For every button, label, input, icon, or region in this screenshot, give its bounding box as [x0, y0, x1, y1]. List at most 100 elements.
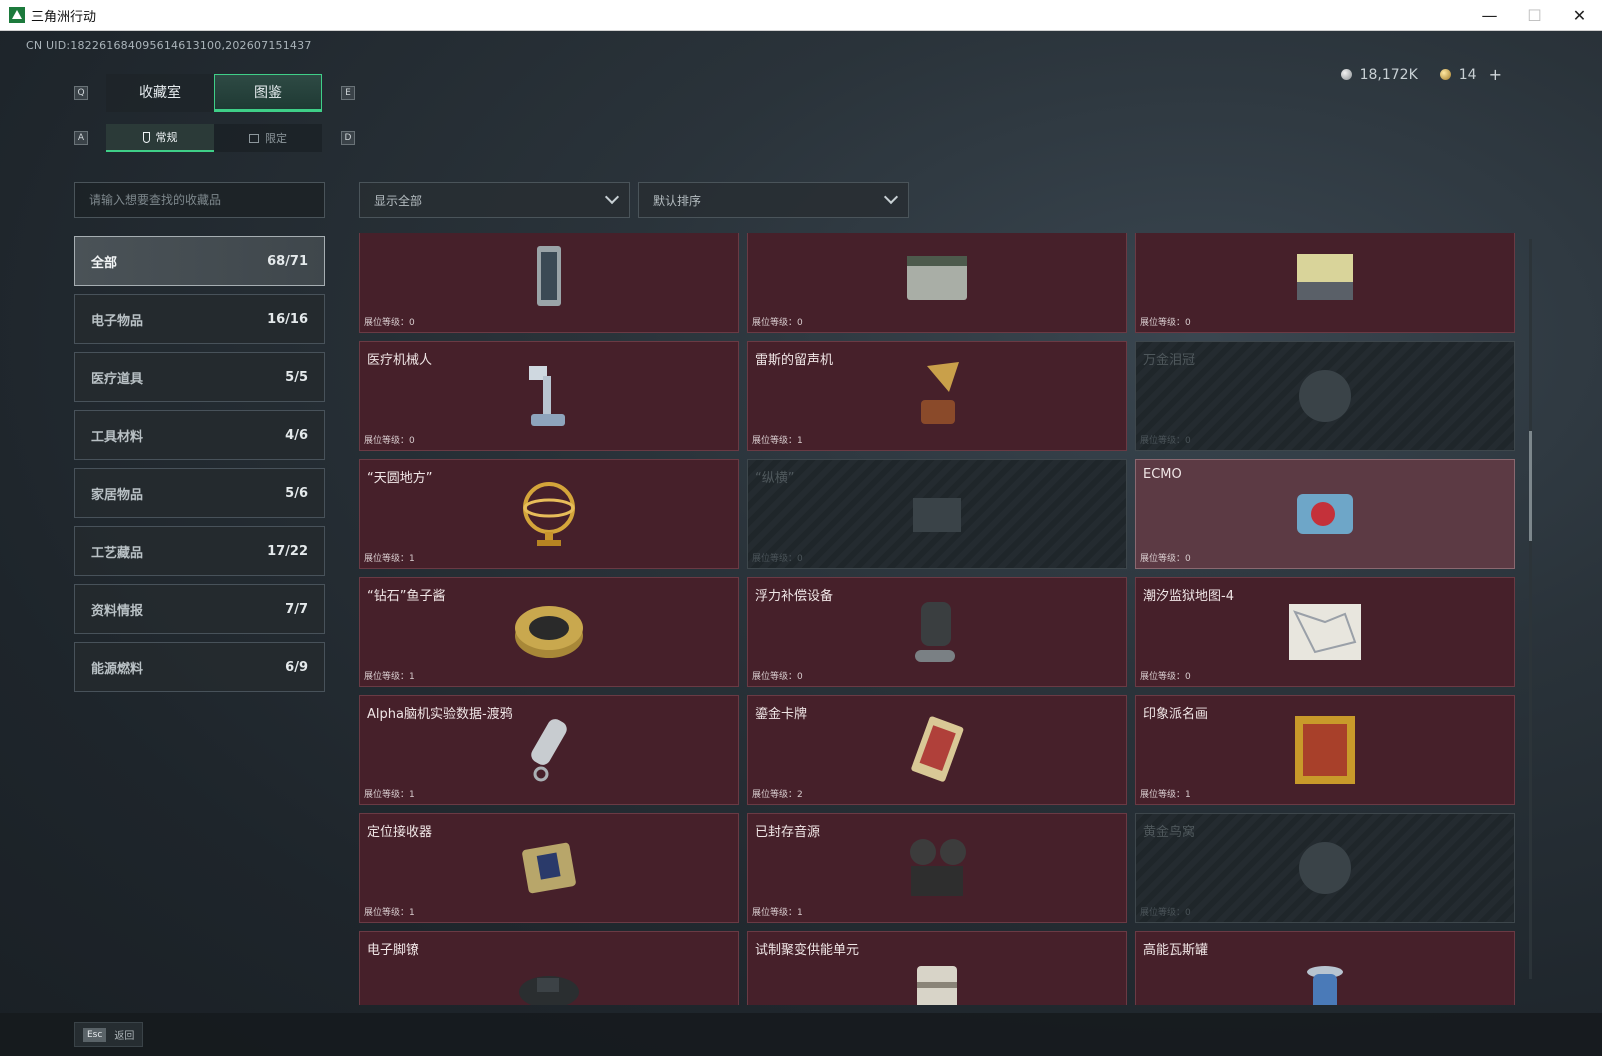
collection-card-level: 展位等级：0: [752, 318, 803, 328]
category-count: 16/16: [267, 311, 308, 327]
category-label: 工艺藏品: [91, 545, 144, 561]
gramophone-icon: [897, 356, 977, 436]
collection-card-level: 展位等级：0: [1140, 318, 1191, 328]
window-titlebar: 三角洲行动 — ☐ ✕: [0, 0, 1602, 31]
collection-card[interactable]: 潮汐监狱地图-4 展位等级：0: [1135, 577, 1515, 687]
collection-card-name: 电子脚镣: [367, 943, 420, 958]
collection-card[interactable]: 浮力补偿设备 展位等级：0: [747, 577, 1127, 687]
category-label: 资料情报: [91, 603, 144, 619]
collection-card[interactable]: 印象派名画 展位等级：1: [1135, 695, 1515, 805]
flask-icon: [142, 131, 150, 143]
silver-amount: 18,172K: [1359, 66, 1418, 83]
key-hint-q: Q: [74, 86, 88, 100]
tab-collection-room[interactable]: 收藏室: [106, 74, 214, 112]
collection-card[interactable]: 已封存音源展位等级：1: [747, 813, 1127, 923]
display-filter-dropdown[interactable]: 显示全部: [359, 182, 630, 218]
category-item[interactable]: 工具材料 4/6: [74, 410, 325, 460]
chevron-down-icon: [604, 189, 620, 205]
player-uid: CN UID:18226168409561461310​0,2026071514…: [26, 39, 312, 52]
display-filter-value: 显示全部: [374, 193, 423, 208]
category-count: 17/22: [267, 543, 308, 559]
chevron-down-icon: [883, 189, 899, 205]
add-currency-button[interactable]: +: [1489, 65, 1502, 84]
collection-card[interactable]: 黄金鸟窝 展位等级：0: [1135, 813, 1515, 923]
category-label: 家居物品: [91, 487, 144, 503]
collection-card[interactable]: 展位等级：0: [359, 233, 739, 333]
esc-key-hint: Esc: [83, 1027, 107, 1042]
map-icon: [1285, 592, 1365, 672]
sort-dropdown[interactable]: 默认排序: [638, 182, 909, 218]
collection-card[interactable]: “钻石”鱼子酱 展位等级：1: [359, 577, 739, 687]
collection-card-name: 鎏金卡牌: [755, 707, 808, 722]
collection-card[interactable]: 万金泪冠 展位等级：0: [1135, 341, 1515, 451]
window-controls: — ☐ ✕: [1467, 0, 1602, 31]
collection-card-name: 潮汐监狱地图-4: [1143, 589, 1234, 604]
collection-card-name: 雷斯的留声机: [755, 353, 834, 368]
back-button[interactable]: Esc 返回: [74, 1022, 144, 1047]
collection-card[interactable]: 医疗机械人 展位等级：0: [359, 341, 739, 451]
category-label: 全部: [91, 255, 118, 271]
collection-card-name: 已封存音源: [755, 825, 821, 840]
medical-robot-icon: [509, 356, 589, 436]
game-viewport: CN UID:18226168409561461310​0,2026071514…: [0, 31, 1602, 1056]
sub-tabs: 常规 限定: [106, 124, 322, 152]
collection-card-level: 展位等级：0: [364, 318, 415, 328]
collection-card-name: 高能瓦斯罐: [1143, 943, 1209, 958]
collection-card-name: 印象派名画: [1143, 707, 1209, 722]
fusion-unit-icon: [897, 946, 977, 1005]
search-input[interactable]: [74, 182, 325, 218]
collection-card-level: 展位等级：0: [1140, 672, 1191, 682]
category-item[interactable]: 工艺藏品 17/22: [74, 526, 325, 576]
collection-card[interactable]: 电子脚镣: [359, 931, 739, 1005]
category-count: 7/7: [285, 601, 308, 617]
data-canister-icon: [509, 710, 589, 790]
collection-card-level: 展位等级：1: [752, 908, 803, 918]
category-item[interactable]: 全部 68/71: [74, 236, 325, 286]
category-list: 全部 68/71 电子物品 16/16 医疗道具 5/5 工具材料 4/6 家居物品 5/6 工艺藏…: [74, 236, 325, 700]
collection-card-level: 展位等级：1: [364, 908, 415, 918]
tab-regular[interactable]: 常规: [106, 124, 214, 152]
grid-scrollbar[interactable]: [1529, 239, 1532, 979]
collection-card-name: 医疗机械人: [367, 353, 433, 368]
category-item[interactable]: 资料情报 7/7: [74, 584, 325, 634]
crown-icon: [1285, 356, 1365, 436]
category-item[interactable]: 医疗道具 5/5: [74, 352, 325, 402]
collection-card-name: “纵横”: [755, 471, 795, 486]
minimize-icon[interactable]: —: [1467, 0, 1512, 31]
sort-value: 默认排序: [653, 193, 702, 208]
collection-card[interactable]: 鎏金卡牌展位等级：2: [747, 695, 1127, 805]
category-count: 5/6: [285, 485, 308, 501]
collection-card[interactable]: Alpha脑机实验数据-渡鸦 展位等级：1: [359, 695, 739, 805]
category-count: 4/6: [285, 427, 308, 443]
key-hint-d: D: [341, 131, 355, 145]
battery-pack-icon: [1285, 238, 1365, 318]
collection-card[interactable]: 展位等级：0: [747, 233, 1127, 333]
collection-grid: 展位等级：0 展位等级：0 展位等级：0 医疗机械人 展位等级：0 雷斯的留声机 展位等级：…: [359, 233, 1515, 1005]
collection-card[interactable]: 定位接收器 展位等级：1: [359, 813, 739, 923]
maximize-icon[interactable]: ☐: [1512, 0, 1557, 31]
key-hint-e: E: [341, 86, 355, 100]
collection-card[interactable]: 雷斯的留声机 展位等级：1: [747, 341, 1127, 451]
tab-limited[interactable]: 限定: [214, 124, 322, 152]
reactor-icon: [509, 238, 589, 318]
collection-card-name: “钻石”鱼子酱: [367, 589, 446, 604]
collection-card[interactable]: “纵横” 展位等级：0: [747, 459, 1127, 569]
painting-icon: [1285, 710, 1365, 790]
close-icon[interactable]: ✕: [1557, 0, 1602, 31]
collection-card-level: 展位等级：2: [752, 790, 803, 800]
collection-card-level: 展位等级：0: [752, 672, 803, 682]
tab-catalog[interactable]: 图鉴: [214, 74, 322, 112]
collection-card[interactable]: 高能瓦斯罐: [1135, 931, 1515, 1005]
category-item[interactable]: 能源燃料 6/9: [74, 642, 325, 692]
picture-icon: [249, 133, 259, 143]
collection-card[interactable]: “天圆地方” 展位等级：1: [359, 459, 739, 569]
category-item[interactable]: 电子物品 16/16: [74, 294, 325, 344]
collection-card[interactable]: 展位等级：0: [1135, 233, 1515, 333]
nest-icon: [1285, 828, 1365, 908]
grid-scroll-thumb[interactable]: [1529, 431, 1532, 541]
category-item[interactable]: 家居物品 5/6: [74, 468, 325, 518]
category-count: 68/71: [267, 253, 308, 269]
currency-bar: 18,172K 14 +: [1340, 65, 1502, 84]
collection-card[interactable]: ECMO 展位等级：0: [1135, 459, 1515, 569]
collection-card[interactable]: 试制聚变供能单元: [747, 931, 1127, 1005]
